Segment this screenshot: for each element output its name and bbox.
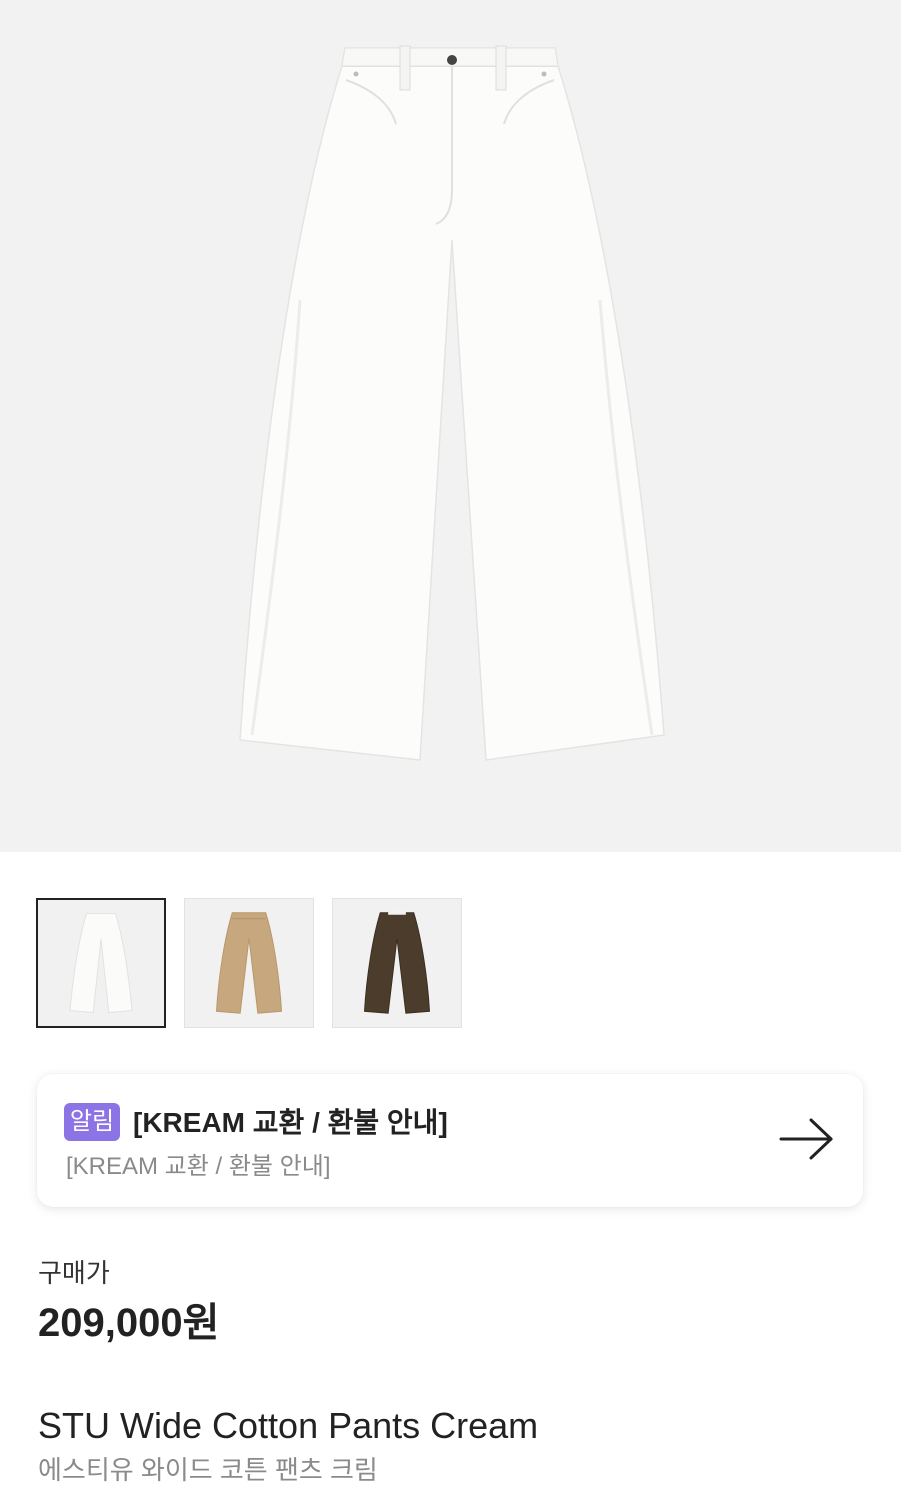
pants-beige-thumb-icon (215, 912, 283, 1014)
price-value: 209,000원 (38, 1301, 220, 1345)
product-name-korean: 에스티유 와이드 코튼 팬츠 크림 (38, 1455, 378, 1485)
exchange-refund-notice-card[interactable]: 알림 [KREAM 교환 / 환불 안내] [KREAM 교환 / 환불 안내] (37, 1074, 863, 1207)
pants-brown-thumb-icon (363, 908, 431, 1014)
pants-cream-thumb-icon (69, 913, 133, 1013)
product-hero-image[interactable] (0, 0, 901, 852)
product-name: STU Wide Cotton Pants Cream (38, 1405, 539, 1446)
thumbnail-beige[interactable] (184, 898, 314, 1028)
thumbnail-brown[interactable] (332, 898, 462, 1028)
notice-badge: 알림 (64, 1103, 120, 1141)
arrow-right-icon[interactable] (777, 1114, 837, 1164)
notice-title: [KREAM 교환 / 환불 안내] (133, 1107, 448, 1138)
price-label: 구매가 (38, 1258, 110, 1288)
notice-subtitle: [KREAM 교환 / 환불 안내] (66, 1153, 331, 1180)
pants-cream-icon (239, 45, 665, 761)
thumbnail-cream[interactable] (36, 898, 166, 1028)
